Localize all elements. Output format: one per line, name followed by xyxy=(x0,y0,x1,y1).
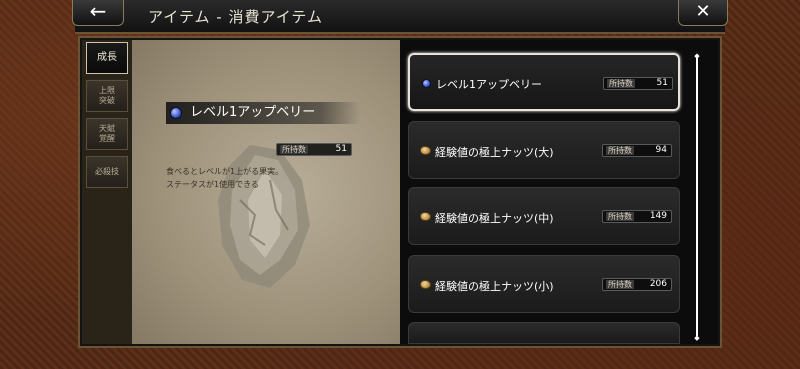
close-icon: ✕ xyxy=(695,1,711,22)
description-line: ステータスが1使用できる xyxy=(166,180,259,189)
quantity-value: 149 xyxy=(649,211,667,221)
quantity-label: 所持数 xyxy=(606,280,634,289)
quantity-label: 所持数 xyxy=(606,146,634,155)
close-button[interactable]: ✕ xyxy=(678,0,728,26)
detail-quantity-box: 所持数 51 xyxy=(276,143,352,156)
item-quantity-box: 所持数 149 xyxy=(602,210,672,223)
quantity-value: 51 xyxy=(656,78,668,88)
list-item-selected[interactable]: レベル1アップベリー 所持数 51 xyxy=(408,53,680,111)
page-title: アイテム - 消費アイテム xyxy=(148,8,323,26)
quantity-value: 51 xyxy=(335,144,347,154)
scroll-down-icon[interactable]: ◆ xyxy=(693,334,701,342)
berry-icon xyxy=(422,79,431,88)
item-name: 経験値の極上ナッツ(大) xyxy=(435,146,554,159)
list-item-partial[interactable] xyxy=(408,322,680,344)
quantity-value: 94 xyxy=(655,145,667,155)
back-arrow-icon: ← xyxy=(89,0,107,23)
tab-growth[interactable]: 成長 xyxy=(86,42,128,74)
list-item[interactable]: 経験値の極上ナッツ(小) 所持数 206 xyxy=(408,255,680,313)
item-name: 経験値の極上ナッツ(中) xyxy=(435,212,554,225)
nut-icon xyxy=(420,280,431,289)
list-scrollbar[interactable]: ◆ ◆ xyxy=(693,52,701,342)
berry-icon xyxy=(170,107,182,119)
item-quantity-box: 所持数 51 xyxy=(603,77,673,90)
detail-item-name: レベル1アップベリー xyxy=(166,102,360,124)
description-line: 食べるとレベルが1上がる果実。 xyxy=(166,167,284,176)
tab-talent-awakening[interactable]: 天賦 覚醒 xyxy=(86,118,128,150)
nut-icon xyxy=(420,212,431,221)
item-quantity-box: 所持数 94 xyxy=(602,144,672,157)
list-item[interactable]: 経験値の極上ナッツ(中) 所持数 149 xyxy=(408,187,680,245)
quantity-value: 206 xyxy=(649,279,667,289)
item-name: レベル1アップベリー xyxy=(436,78,542,91)
item-illustration-rock xyxy=(218,145,310,288)
item-name: 経験値の極上ナッツ(小) xyxy=(435,280,554,293)
quantity-label: 所持数 xyxy=(606,212,634,221)
tab-special-move[interactable]: 必殺技 xyxy=(86,156,128,188)
back-button[interactable]: ← xyxy=(72,0,124,26)
quantity-label: 所持数 xyxy=(607,79,635,88)
list-item[interactable]: 経験値の極上ナッツ(大) 所持数 94 xyxy=(408,121,680,179)
detail-item-name-text: レベル1アップベリー xyxy=(190,105,316,120)
tab-limit-break[interactable]: 上限 突破 xyxy=(86,80,128,112)
item-quantity-box: 所持数 206 xyxy=(602,278,672,291)
category-sidebar: 成長 上限 突破 天賦 覚醒 必殺技 xyxy=(82,40,132,344)
item-description: 食べるとレベルが1上がる果実。 ステータスが1使用できる xyxy=(166,165,366,191)
quantity-label: 所持数 xyxy=(280,145,308,154)
nut-icon xyxy=(420,146,431,155)
scroll-track[interactable] xyxy=(696,58,698,336)
